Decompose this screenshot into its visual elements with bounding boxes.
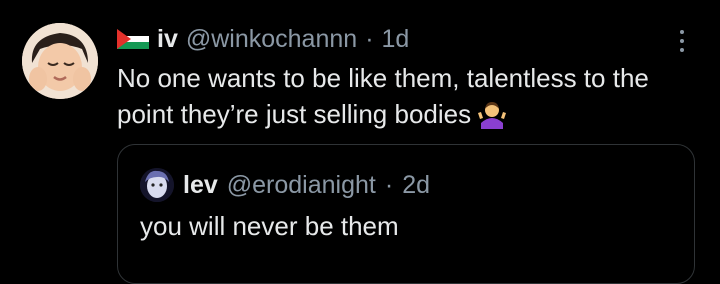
quoted-author-handle[interactable]: @erodianight <box>227 171 376 200</box>
tweet[interactable]: iv @winkochannn · 1d No one wants to be … <box>0 0 720 284</box>
tweet-header: iv @winkochannn · 1d <box>117 22 409 56</box>
quoted-author-avatar[interactable] <box>140 168 174 202</box>
more-options-icon[interactable] <box>670 26 694 56</box>
quoted-tweet-text: you will never be them <box>140 211 399 241</box>
tweet-body: No one wants to be like them, talentless… <box>117 60 697 132</box>
author-display-name[interactable]: iv <box>157 25 178 54</box>
quoted-tweet-timestamp[interactable]: 2d <box>402 171 430 200</box>
person-shrugging-emoji <box>477 99 507 129</box>
palestine-flag-icon <box>117 29 149 49</box>
tweet-timestamp[interactable]: 1d <box>382 25 410 54</box>
tweet-text: No one wants to be like them, talentless… <box>117 63 649 129</box>
quoted-meta-separator: · <box>384 170 394 199</box>
quoted-tweet-header: lev @erodianight · 2d <box>140 167 430 203</box>
quoted-author-display-name[interactable]: lev <box>183 171 218 200</box>
author-avatar[interactable] <box>22 23 98 99</box>
meta-separator: · <box>365 24 374 53</box>
quoted-tweet[interactable]: lev @erodianight · 2d you will never be … <box>117 144 695 284</box>
author-handle[interactable]: @winkochannn <box>186 25 357 54</box>
